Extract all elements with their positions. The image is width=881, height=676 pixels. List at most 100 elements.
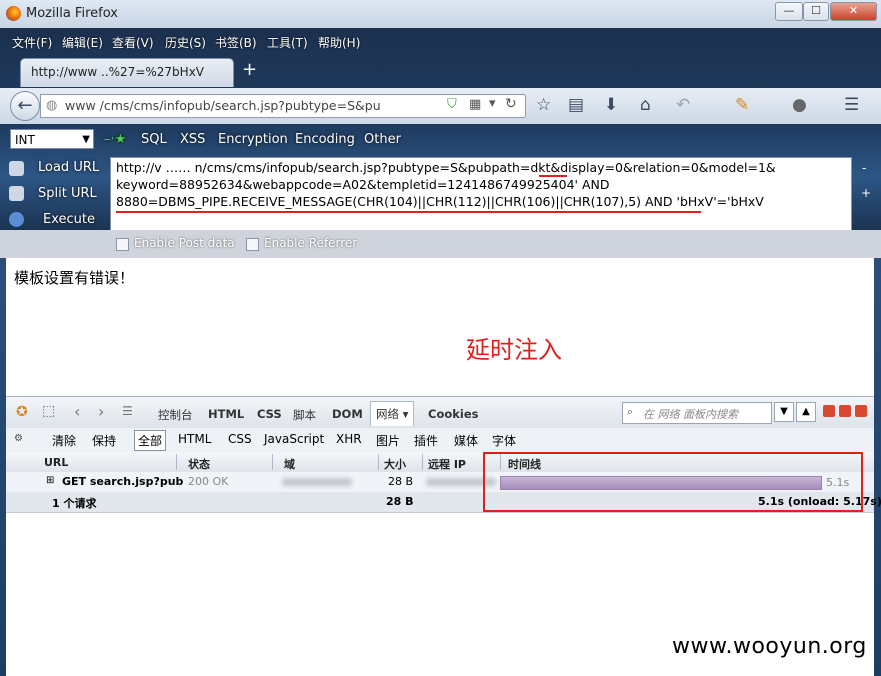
annotation-label: 延时注入: [466, 336, 562, 364]
hackbar-menu-xss[interactable]: XSS: [180, 132, 205, 147]
browser-window: Mozilla Firefox — ☐ ✕ 文件(F) 编辑(E) 查看(V) …: [0, 0, 881, 676]
split-url-button[interactable]: Split URL: [38, 186, 97, 201]
address-bar[interactable]: ◍ www /cms/cms/infopub/search.jsp?pubtyp…: [40, 94, 526, 118]
filter-javascript[interactable]: JavaScript: [264, 432, 324, 446]
qrcode-icon[interactable]: ▦: [469, 97, 481, 112]
minimize-button[interactable]: —: [775, 2, 803, 21]
payload-underline: [116, 211, 701, 213]
col-divider: [176, 454, 177, 470]
home-icon[interactable]: ⌂: [640, 95, 651, 115]
query-textarea[interactable]: http://v …… n/cms/cms/infopub/search.jsp…: [110, 157, 852, 231]
page-content: 模板设置有错误！ 延时注入: [6, 258, 874, 396]
hackbar-menu-encoding[interactable]: Encoding: [295, 132, 355, 147]
minus-icon[interactable]: -: [862, 161, 866, 175]
chevron-down-icon: ▼: [82, 134, 90, 145]
plus-minus-icon[interactable]: –·★: [104, 132, 126, 147]
filter-xhr[interactable]: XHR: [336, 432, 362, 446]
filter-css[interactable]: CSS: [228, 432, 252, 446]
reload-icon[interactable]: ↻: [505, 96, 517, 112]
fb-tab-css[interactable]: CSS: [257, 407, 282, 421]
dropdown-arrow-icon[interactable]: ▾: [489, 96, 496, 111]
hackbar-menu-encryption[interactable]: Encryption: [218, 132, 288, 147]
hackbar-options-row: Enable Post data Enable Referrer: [0, 230, 881, 258]
menu-hamburger-icon[interactable]: ☰: [844, 95, 859, 115]
filter-clear[interactable]: 清除: [52, 432, 76, 449]
menu-history[interactable]: 历史(S): [165, 34, 206, 51]
execute-icon: [9, 212, 24, 227]
fb-minimize-icon[interactable]: [823, 405, 835, 417]
xhr-icon[interactable]: ⚙: [14, 433, 23, 444]
filter-media[interactable]: 媒体: [454, 432, 478, 449]
prev-icon[interactable]: ‹: [74, 402, 80, 421]
search-down-icon[interactable]: ▼: [774, 402, 794, 422]
execute-button[interactable]: Execute: [43, 212, 95, 227]
undo-icon[interactable]: ↶: [676, 95, 690, 115]
addon-icon[interactable]: ✎: [735, 95, 749, 115]
query-line-2: keyword=88952634&webappcode=A02&templeti…: [116, 177, 610, 192]
hackbar-menu-other[interactable]: Other: [364, 132, 401, 147]
firebug-icon[interactable]: ✪: [16, 404, 28, 420]
menu-bookmarks[interactable]: 书签(B): [215, 34, 257, 51]
bookmark-star-icon[interactable]: ☆: [536, 95, 551, 115]
search-placeholder: 在 网络 面板内搜索: [643, 408, 738, 421]
enable-post-checkbox[interactable]: [116, 238, 129, 251]
enable-referrer-checkbox[interactable]: [246, 238, 259, 251]
expand-icon[interactable]: ⊞: [46, 475, 54, 486]
address-text: www /cms/cms/infopub/search.jsp?pubtype=…: [65, 98, 381, 113]
filter-all[interactable]: 全部: [134, 430, 167, 451]
fb-detach-icon[interactable]: [839, 405, 851, 417]
browser-tab[interactable]: http://www ..%27=%27bHxV: [20, 58, 234, 87]
list-icon[interactable]: ☰: [122, 404, 133, 418]
menu-tools[interactable]: 工具(T): [267, 34, 308, 51]
search-up-icon[interactable]: ▲: [796, 402, 816, 422]
col-url[interactable]: URL: [44, 456, 68, 469]
menu-help[interactable]: 帮助(H): [318, 34, 360, 51]
col-size[interactable]: 大小: [384, 456, 406, 472]
download-icon[interactable]: ⬇: [604, 95, 618, 115]
reading-list-icon[interactable]: ▤: [568, 95, 584, 115]
fb-tab-dom[interactable]: DOM: [332, 407, 363, 421]
new-tab-icon[interactable]: +: [242, 59, 257, 80]
back-button[interactable]: ←: [10, 91, 40, 121]
col-domain[interactable]: 域: [284, 456, 295, 472]
filter-html[interactable]: HTML: [178, 432, 211, 446]
watermark: www.wooyun.org: [672, 634, 867, 659]
total-size: 28 B: [386, 495, 414, 508]
user-icon[interactable]: ●: [792, 95, 807, 115]
fb-tab-console[interactable]: 控制台: [158, 407, 193, 423]
firebug-search-input[interactable]: ⌕ 在 网络 面板内搜索: [622, 402, 772, 424]
enable-post-label: Enable Post data: [134, 236, 235, 250]
fb-tab-cookies[interactable]: Cookies: [428, 407, 478, 421]
enable-referrer-label: Enable Referrer: [264, 236, 358, 250]
plus-icon[interactable]: +: [861, 186, 871, 200]
firebug-toolbar: ✪ ⬚ ‹ › ☰ 控制台 HTML CSS 脚本 DOM 网络 ▾ Cooki…: [6, 396, 874, 430]
filter-fonts[interactable]: 字体: [492, 432, 516, 449]
col-remote-ip[interactable]: 远程 IP: [428, 456, 466, 472]
tab-label: http://www ..%27=%27bHxV: [31, 65, 204, 79]
fb-tab-html[interactable]: HTML: [208, 407, 244, 421]
int-select[interactable]: INT ▼: [10, 129, 94, 149]
request-size: 28 B: [388, 475, 414, 488]
load-url-button[interactable]: Load URL: [38, 160, 99, 175]
menu-bar: 文件(F) 编辑(E) 查看(V) 历史(S) 书签(B) 工具(T) 帮助(H…: [0, 30, 881, 54]
fb-tab-script[interactable]: 脚本: [293, 407, 316, 423]
navigation-bar: ← ◍ www /cms/cms/infopub/search.jsp?pubt…: [0, 88, 881, 125]
hackbar-menu-sql[interactable]: SQL: [141, 132, 167, 147]
fb-tab-net[interactable]: 网络 ▾: [370, 401, 415, 426]
filter-persist[interactable]: 保持: [92, 432, 116, 449]
filter-images[interactable]: 图片: [376, 432, 400, 449]
inspect-icon[interactable]: ⬚: [42, 403, 55, 419]
maximize-button[interactable]: ☐: [803, 2, 829, 21]
next-icon[interactable]: ›: [98, 402, 104, 421]
filter-plugins[interactable]: 插件: [414, 432, 438, 449]
request-url: GET search.jsp?pub: [62, 475, 184, 488]
menu-file[interactable]: 文件(F): [12, 34, 52, 51]
fb-close-icon[interactable]: [855, 405, 867, 417]
shield-icon[interactable]: ⛉: [447, 97, 457, 112]
menu-edit[interactable]: 编辑(E): [62, 34, 103, 51]
col-status[interactable]: 状态: [188, 456, 210, 472]
firefox-logo-icon: [6, 6, 21, 21]
close-button[interactable]: ✕: [830, 2, 877, 21]
query-line-1: http://v …… n/cms/cms/infopub/search.jsp…: [116, 160, 776, 175]
menu-view[interactable]: 查看(V): [112, 34, 154, 51]
